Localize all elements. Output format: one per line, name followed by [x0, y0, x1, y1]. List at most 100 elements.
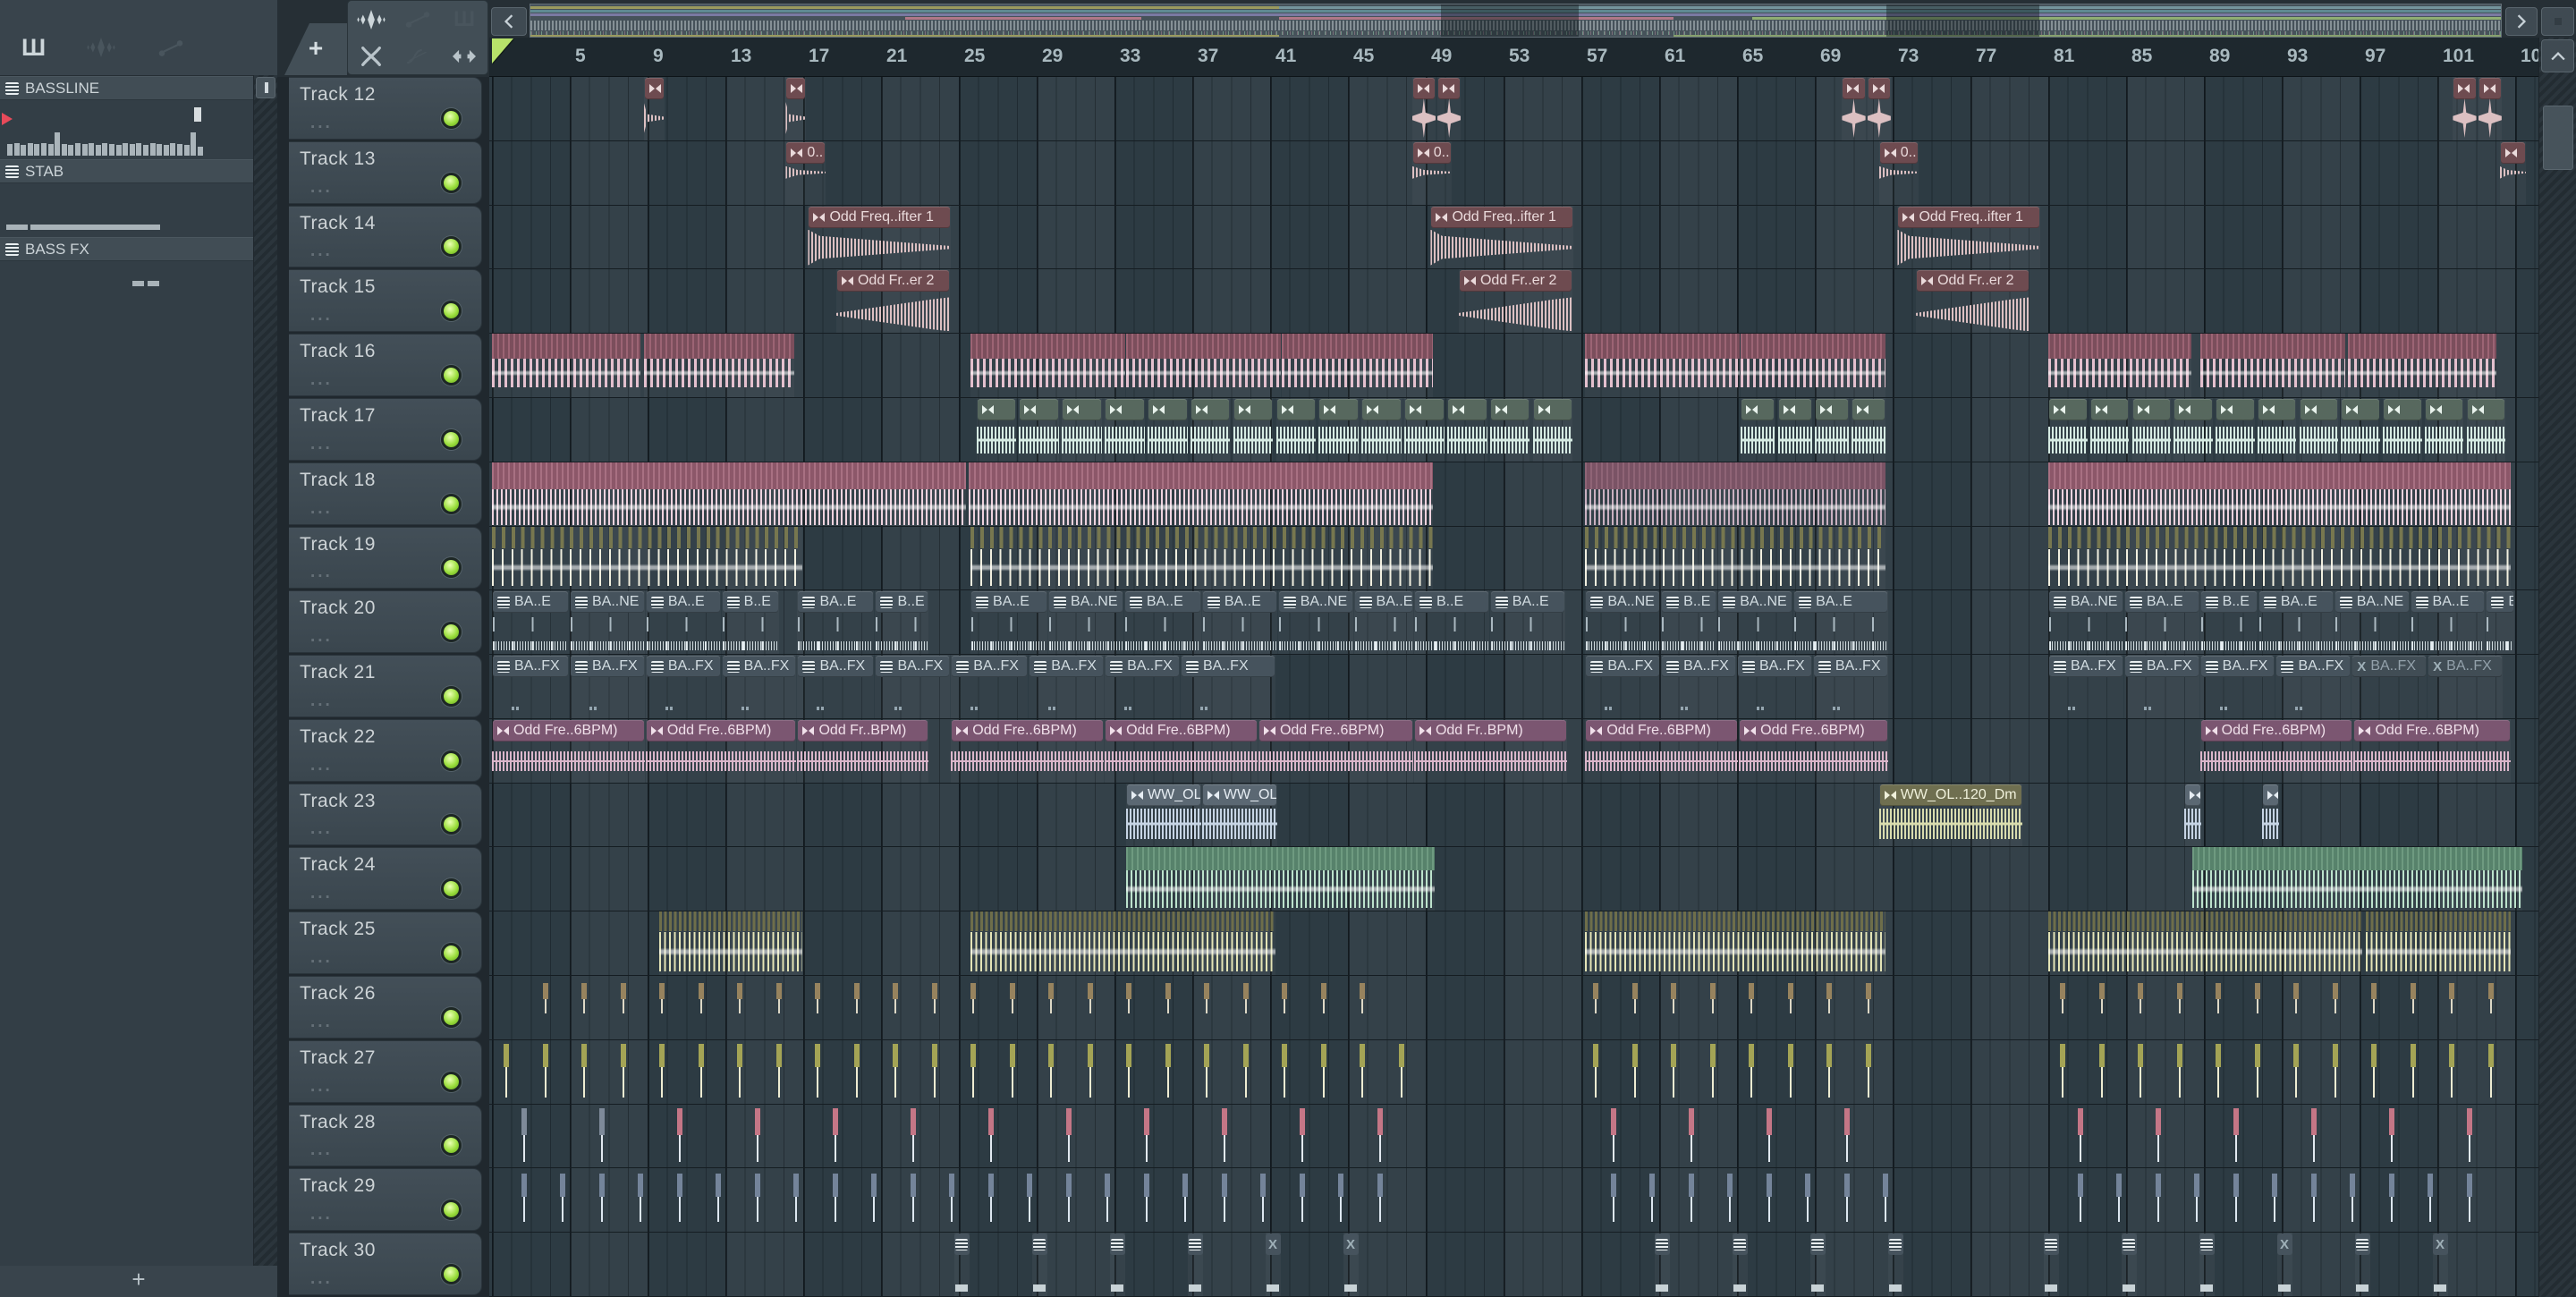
- collapse-button[interactable]: [256, 77, 275, 98]
- note-hit[interactable]: [2449, 976, 2455, 1040]
- note-hit[interactable]: [2098, 1040, 2106, 1105]
- note-hit[interactable]: [893, 1040, 899, 1105]
- note-hit[interactable]: [2116, 1168, 2123, 1233]
- audio-clip[interactable]: [2048, 462, 2511, 526]
- note-hit[interactable]: [2350, 1168, 2356, 1233]
- note-hit[interactable]: [2293, 1040, 2300, 1105]
- note-hit[interactable]: [1242, 1040, 1250, 1105]
- pattern-mini-clip[interactable]: X: [1343, 1233, 1359, 1296]
- track-header[interactable]: Track 16...: [289, 334, 482, 396]
- track-lane[interactable]: [489, 526, 2538, 591]
- track-enable-led[interactable]: [441, 814, 462, 835]
- note-hit[interactable]: [1631, 1040, 1639, 1105]
- audio-clip[interactable]: [970, 526, 1433, 590]
- pattern-clip[interactable]: BA..NE: [1717, 590, 1792, 654]
- note-hit[interactable]: [970, 1040, 977, 1105]
- audio-clip[interactable]: [1741, 398, 1775, 462]
- audio-clip[interactable]: Odd Fr..er 2: [1916, 269, 2030, 333]
- audio-clip[interactable]: WW_OL..ick_Dm: [1201, 784, 1277, 847]
- pattern-mini-clip[interactable]: [1887, 1233, 1903, 1296]
- note-hit[interactable]: [1260, 1168, 1267, 1233]
- pattern-clip[interactable]: BA..E: [1354, 590, 1413, 654]
- pattern-mini-clip[interactable]: [2043, 1233, 2059, 1296]
- note-hit[interactable]: [560, 1168, 566, 1233]
- track-options-dots[interactable]: ...: [310, 242, 333, 261]
- pattern-clip[interactable]: BA..FX: [1585, 655, 1660, 718]
- track-lane[interactable]: [489, 1039, 2538, 1105]
- track-options-dots[interactable]: ...: [310, 499, 333, 519]
- pattern-mini-clip[interactable]: X: [2432, 1233, 2448, 1296]
- note-hit[interactable]: [676, 1168, 683, 1233]
- note-hit[interactable]: [1087, 1040, 1094, 1105]
- track-lane[interactable]: [489, 462, 2538, 527]
- note-hit[interactable]: [2466, 1168, 2473, 1233]
- pattern-clip[interactable]: BA..FX: [2275, 655, 2351, 718]
- add-track-button[interactable]: +: [284, 23, 347, 75]
- track-header[interactable]: Track 24...: [289, 847, 482, 911]
- audio-clip[interactable]: [492, 526, 802, 590]
- audio-clip[interactable]: Odd Fre..6BPM): [492, 719, 645, 783]
- pattern-clip[interactable]: BA..E: [1124, 590, 1201, 654]
- link-icon[interactable]: [157, 39, 184, 57]
- audio-clip[interactable]: [2466, 398, 2506, 462]
- note-hit[interactable]: [853, 1040, 860, 1105]
- note-hit[interactable]: [2388, 1105, 2395, 1169]
- note-hit[interactable]: [2371, 1040, 2377, 1105]
- cut-icon[interactable]: [352, 40, 391, 72]
- track-lane[interactable]: 0.. 0.. 0..: [489, 140, 2538, 206]
- note-hit[interactable]: [1671, 976, 1677, 1040]
- note-hit[interactable]: [2176, 1040, 2183, 1105]
- note-hit[interactable]: [1610, 1105, 1617, 1169]
- audio-clip[interactable]: Odd Freq..ifter 1: [1430, 206, 1574, 269]
- note-hit[interactable]: [1065, 1105, 1072, 1169]
- note-hit[interactable]: [1766, 1105, 1773, 1169]
- pattern-mini-clip[interactable]: [2354, 1233, 2370, 1296]
- note-hit[interactable]: [793, 1168, 800, 1233]
- track-enable-led[interactable]: [441, 557, 462, 579]
- note-hit[interactable]: [1398, 1040, 1405, 1105]
- note-hit[interactable]: [910, 1105, 917, 1169]
- note-hit[interactable]: [1377, 1105, 1384, 1169]
- pattern-clip[interactable]: BA..E: [1202, 590, 1277, 654]
- track-enable-led[interactable]: [441, 943, 462, 964]
- audio-clip[interactable]: [1126, 334, 1282, 397]
- note-hit[interactable]: [1631, 976, 1639, 1040]
- note-hit[interactable]: [775, 1040, 783, 1105]
- audio-clip[interactable]: [2048, 334, 2191, 397]
- note-hit[interactable]: [1360, 976, 1366, 1040]
- pattern-clip[interactable]: BA..E: [646, 590, 721, 654]
- pattern-preview[interactable]: [0, 100, 253, 159]
- note-hit[interactable]: [2077, 1168, 2084, 1233]
- audio-clip[interactable]: [643, 334, 795, 397]
- note-hit[interactable]: [910, 1168, 917, 1233]
- note-hit[interactable]: [2410, 976, 2417, 1040]
- track-header[interactable]: Track 22...: [289, 718, 482, 782]
- note-hit[interactable]: [1282, 976, 1288, 1040]
- audio-clip[interactable]: [2089, 398, 2130, 462]
- track-options-dots[interactable]: ...: [310, 178, 333, 198]
- audio-clip[interactable]: Odd Freq..ifter 1: [808, 206, 952, 269]
- pattern-mini-clip[interactable]: [1732, 1233, 1748, 1296]
- pattern-mini-clip[interactable]: [1187, 1233, 1203, 1296]
- note-hit[interactable]: [542, 1040, 549, 1105]
- audio-clip[interactable]: [2453, 77, 2477, 140]
- note-hit[interactable]: [1221, 1105, 1228, 1169]
- window-corner-button[interactable]: [2541, 7, 2574, 36]
- audio-clip[interactable]: [1852, 398, 1886, 462]
- audio-clip[interactable]: [492, 462, 966, 526]
- track-enable-led[interactable]: [441, 493, 462, 514]
- note-hit[interactable]: [815, 1040, 821, 1105]
- audio-clip[interactable]: [1867, 77, 1891, 140]
- note-hit[interactable]: [2428, 1168, 2434, 1233]
- pattern-clip[interactable]: B..E: [875, 590, 928, 654]
- playhead-marker[interactable]: [492, 38, 513, 64]
- note-hit[interactable]: [2098, 976, 2106, 1040]
- track-options-dots[interactable]: ...: [310, 114, 333, 133]
- note-hit[interactable]: [1865, 976, 1872, 1040]
- track-header[interactable]: Track 30...: [289, 1233, 482, 1295]
- track-lane[interactable]: [489, 911, 2538, 977]
- audio-clip[interactable]: [1489, 398, 1530, 462]
- audio-clip[interactable]: [1404, 398, 1445, 462]
- note-hit[interactable]: [2449, 1040, 2455, 1105]
- note-hit[interactable]: [987, 1168, 995, 1233]
